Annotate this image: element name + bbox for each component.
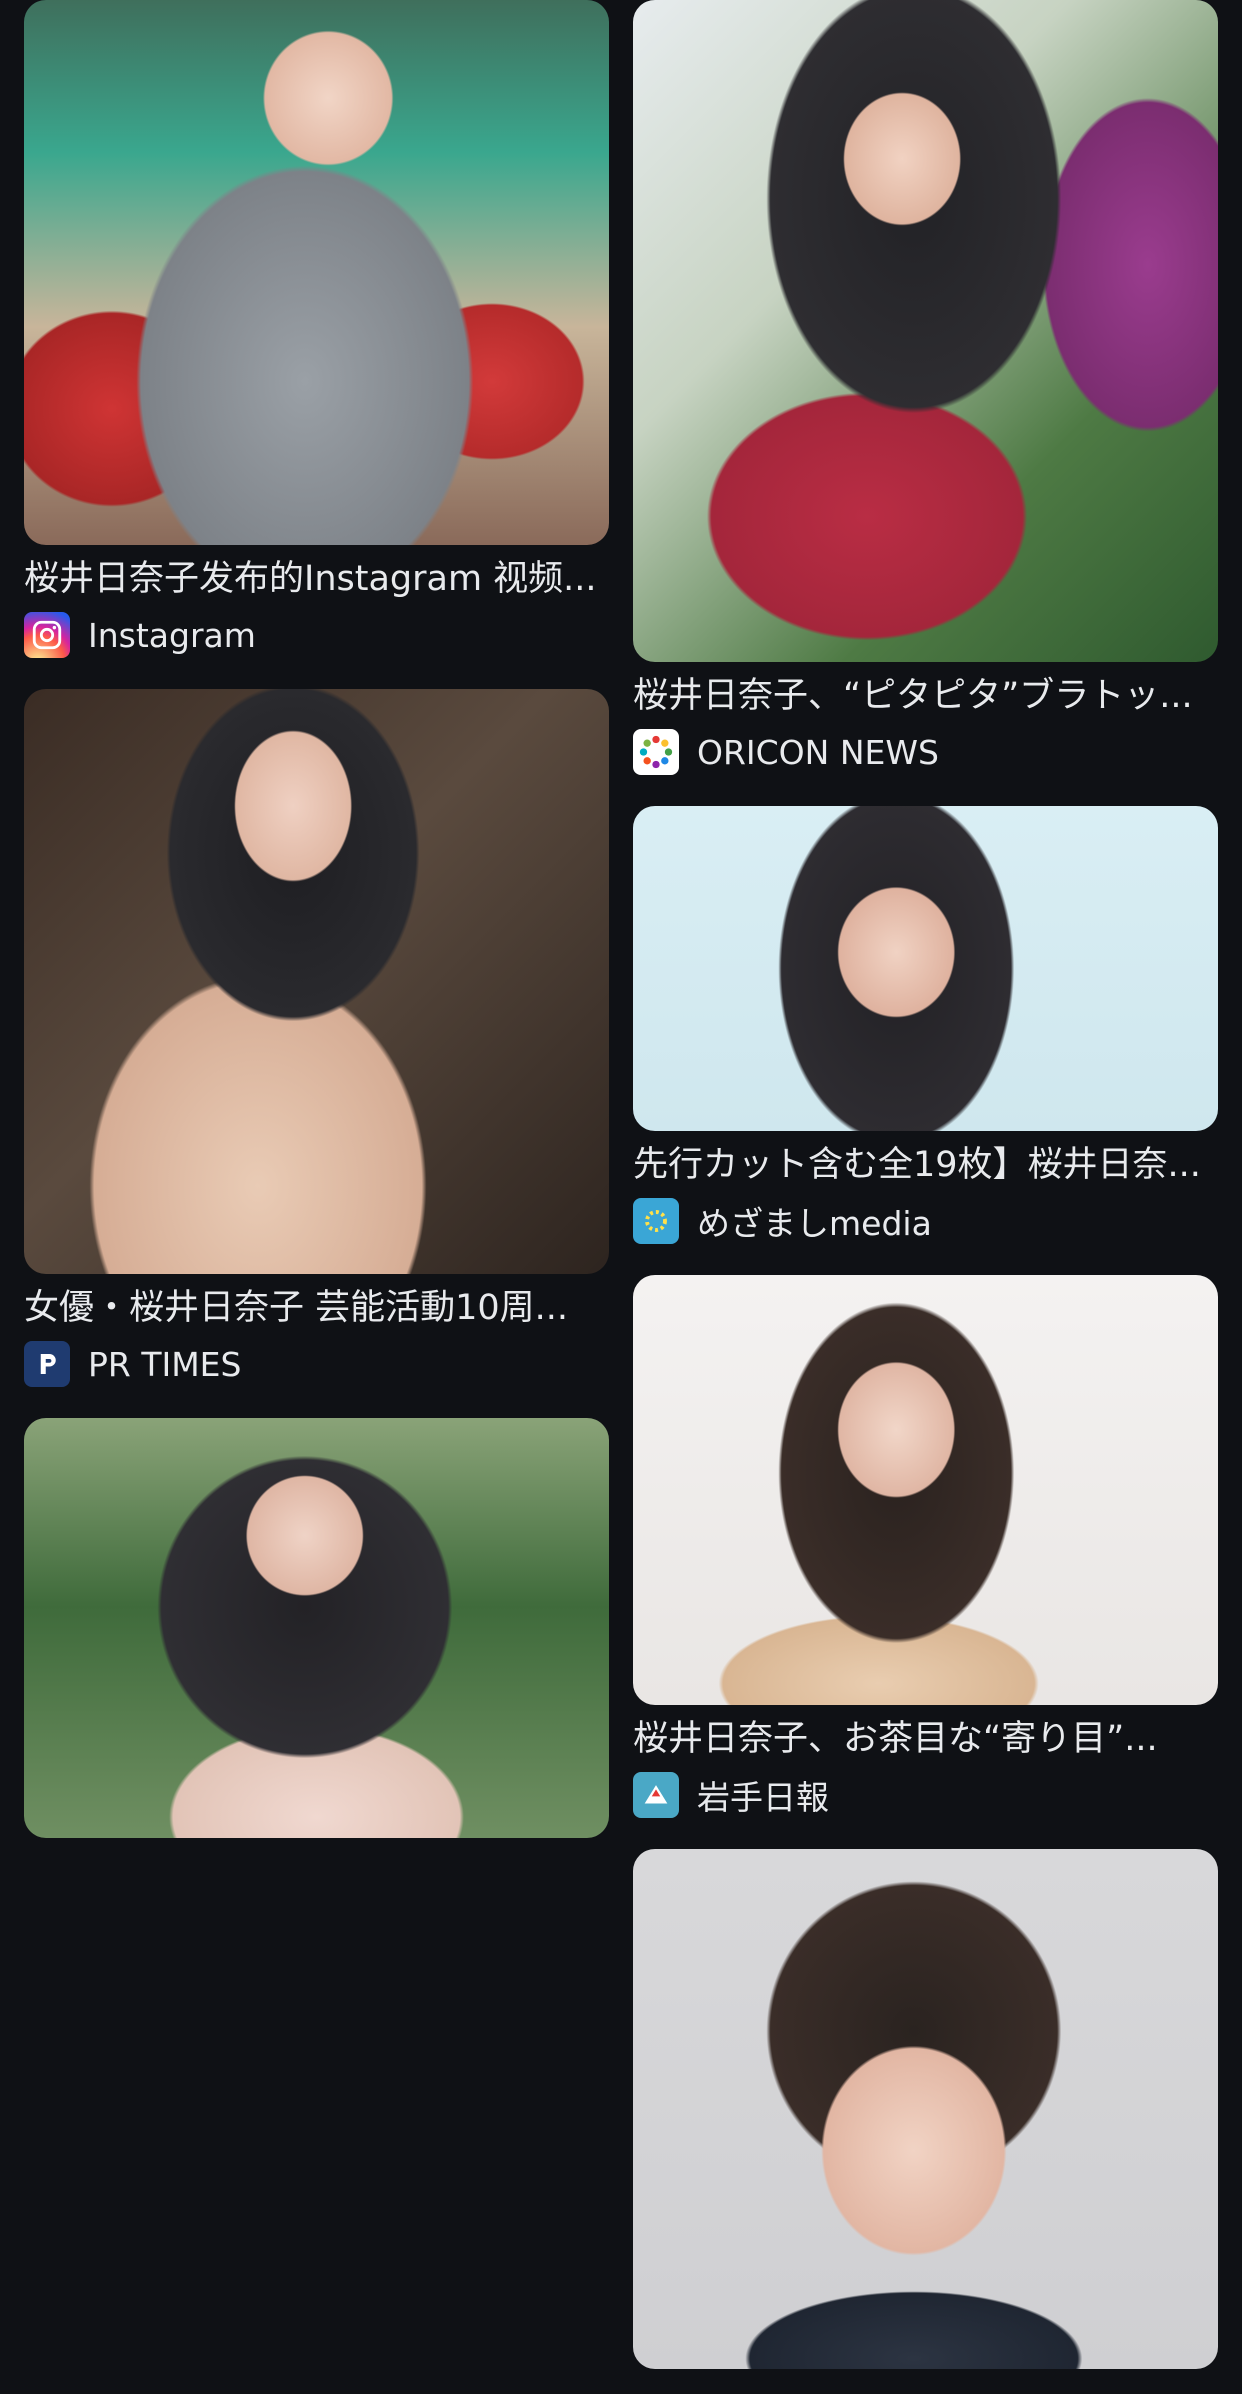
results-column-right: 桜井日奈子、“ピタピタ”ブラトッ... ORICON NEWS 先行カット含む全… xyxy=(633,0,1218,2394)
source-name: PR TIMES xyxy=(88,1344,242,1384)
result-thumbnail[interactable] xyxy=(633,806,1218,1131)
result-thumbnail[interactable] xyxy=(633,1275,1218,1705)
mezamashi-icon xyxy=(633,1198,679,1244)
results-column-left: 桜井日奈子发布的Instagram 视频... Instagram 女優・桜井日… xyxy=(24,0,609,2394)
result-thumbnail[interactable] xyxy=(24,0,609,545)
source-name: 岩手日報 xyxy=(697,1778,829,1817)
result-card[interactable] xyxy=(633,1849,1218,2369)
result-source[interactable]: Instagram xyxy=(24,611,609,659)
instagram-icon xyxy=(24,612,70,658)
prtimes-icon xyxy=(24,1341,70,1387)
result-source[interactable]: 岩手日報 xyxy=(633,1771,1218,1819)
result-thumbnail[interactable] xyxy=(24,689,609,1274)
result-thumbnail[interactable] xyxy=(633,0,1218,662)
result-card[interactable]: 桜井日奈子、お茶目な“寄り目”... 岩手日報 xyxy=(633,1275,1218,1819)
oricon-icon xyxy=(633,729,679,775)
result-thumbnail[interactable] xyxy=(24,1418,609,1838)
result-title[interactable]: 桜井日奈子、“ピタピタ”ブラトッ... xyxy=(633,674,1218,718)
result-card[interactable] xyxy=(24,1418,609,1838)
result-title[interactable]: 桜井日奈子、お茶目な“寄り目”... xyxy=(633,1717,1218,1761)
result-thumbnail[interactable] xyxy=(633,1849,1218,2369)
result-source[interactable]: PR TIMES xyxy=(24,1340,609,1388)
result-card[interactable]: 女優・桜井日奈子 芸能活動10周... PR TIMES xyxy=(24,689,609,1388)
source-name: ORICON NEWS xyxy=(697,732,939,772)
iwate-nippo-icon xyxy=(633,1772,679,1818)
source-name: めざましmedia xyxy=(697,1204,932,1243)
result-source[interactable]: めざましmedia xyxy=(633,1197,1218,1245)
source-name: Instagram xyxy=(88,615,256,655)
result-card[interactable]: 桜井日奈子、“ピタピタ”ブラトッ... ORICON NEWS xyxy=(633,0,1218,776)
image-results-grid: 桜井日奈子发布的Instagram 视频... Instagram 女優・桜井日… xyxy=(0,0,1242,2394)
result-card[interactable]: 桜井日奈子发布的Instagram 视频... Instagram xyxy=(24,0,609,659)
result-title[interactable]: 女優・桜井日奈子 芸能活動10周... xyxy=(24,1286,609,1330)
result-card[interactable]: 先行カット含む全19枚】桜井日奈... めざましmedia xyxy=(633,806,1218,1245)
result-title[interactable]: 先行カット含む全19枚】桜井日奈... xyxy=(633,1143,1218,1187)
result-title[interactable]: 桜井日奈子发布的Instagram 视频... xyxy=(24,557,609,601)
result-source[interactable]: ORICON NEWS xyxy=(633,728,1218,776)
